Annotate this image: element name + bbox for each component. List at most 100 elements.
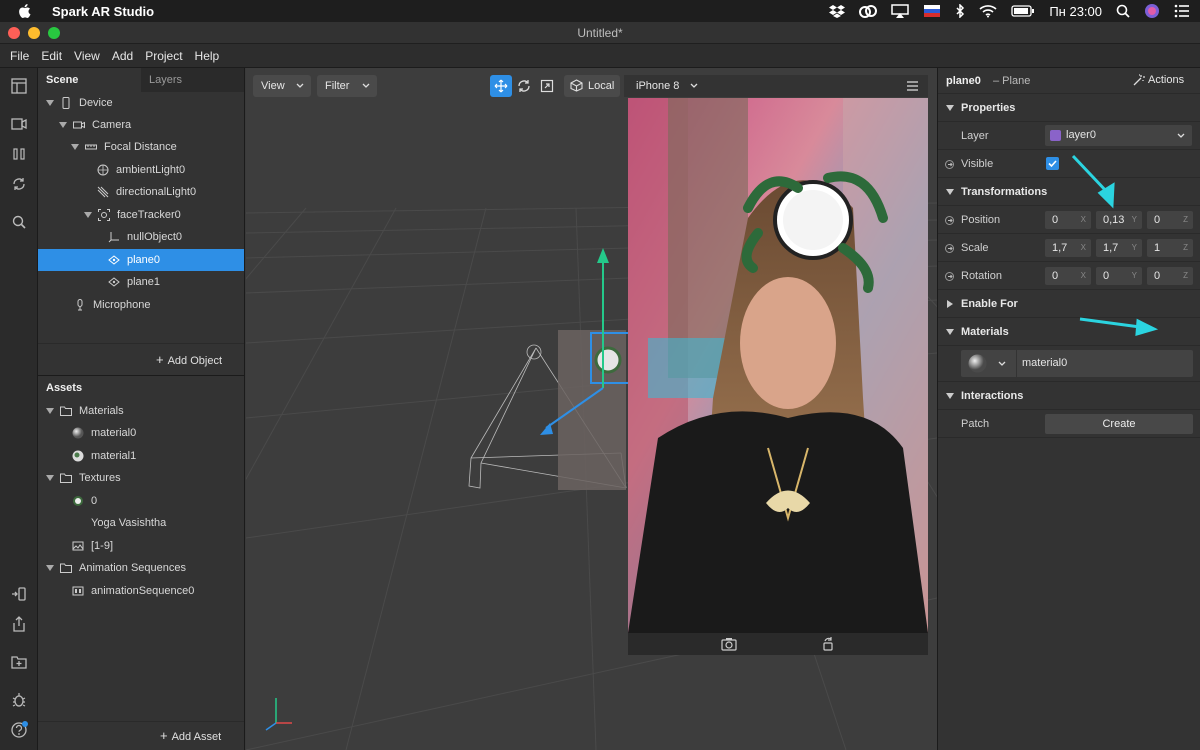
pause-icon[interactable] <box>9 144 29 164</box>
position-x-field[interactable]: 0X <box>1045 211 1091 229</box>
enable-for-section-header[interactable]: Enable For <box>938 290 1200 318</box>
help-icon[interactable] <box>9 720 29 740</box>
device-camera-preview[interactable] <box>628 98 928 633</box>
tab-scene[interactable]: Scene <box>38 68 141 92</box>
transformations-section-header[interactable]: Transformations <box>938 178 1200 206</box>
tree-item-camera[interactable]: Camera <box>59 114 131 136</box>
rotation-z-field[interactable]: 0Z <box>1147 267 1193 285</box>
collapse-triangle-icon[interactable] <box>946 328 954 336</box>
rotate-tool-button[interactable] <box>513 75 535 97</box>
menu-add[interactable]: Add <box>112 49 133 63</box>
move-tool-button[interactable] <box>490 75 512 97</box>
dropbox-icon[interactable] <box>829 4 846 18</box>
chevron-down-icon[interactable] <box>998 361 1006 367</box>
tree-item-face-tracker[interactable]: faceTracker0 <box>84 204 181 226</box>
zoom-window-button[interactable] <box>48 27 60 39</box>
tree-item-focal-distance[interactable]: Focal Distance <box>71 136 177 158</box>
collapse-triangle-icon[interactable] <box>946 188 954 196</box>
device-label[interactable]: iPhone 8 <box>636 80 679 92</box>
add-asset-button[interactable]: + Add Asset <box>160 728 221 743</box>
tree-item-null-object[interactable]: nullObject0 <box>108 226 182 248</box>
tree-item-device[interactable]: Device <box>46 92 113 114</box>
expand-triangle-icon[interactable] <box>946 300 954 308</box>
local-space-toggle[interactable]: Local <box>564 75 620 97</box>
tree-item-ambient-light[interactable]: ambientLight0 <box>97 159 185 181</box>
expand-triangle-icon[interactable] <box>59 121 67 129</box>
filter-dropdown[interactable]: Filter <box>317 75 377 97</box>
actions-button[interactable]: Actions <box>1133 74 1184 86</box>
siri-icon[interactable] <box>1144 3 1160 19</box>
tree-item-plane1[interactable]: plane1 <box>108 271 160 293</box>
rotation-y-field[interactable]: 0Y <box>1096 267 1142 285</box>
scale-z-field[interactable]: 1Z <box>1147 239 1193 257</box>
materials-section-header[interactable]: Materials <box>938 318 1200 346</box>
scene-viewport[interactable]: View Filter Local iPhone 8 <box>246 68 937 750</box>
menu-edit[interactable]: Edit <box>41 49 62 63</box>
tab-layers[interactable]: Layers <box>141 68 244 92</box>
asset-image-sequence[interactable]: [1-9] <box>72 535 113 557</box>
simulator-icon[interactable] <box>9 114 29 134</box>
notification-center-icon[interactable] <box>1174 4 1190 18</box>
russian-keyboard-flag-icon[interactable] <box>923 4 941 18</box>
airplay-icon[interactable] <box>891 4 910 18</box>
expand-triangle-icon[interactable] <box>46 99 54 107</box>
expand-triangle-icon[interactable] <box>71 143 79 151</box>
apple-icon[interactable] <box>16 2 34 20</box>
bug-report-icon[interactable] <box>9 690 29 710</box>
expand-triangle-icon[interactable] <box>46 474 54 482</box>
menu-help[interactable]: Help <box>195 49 220 63</box>
asset-yoga-vasishtha[interactable]: Yoga Vasishtha <box>91 512 166 534</box>
keyframe-arrow-icon[interactable] <box>945 244 954 253</box>
interactions-section-header[interactable]: Interactions <box>938 382 1200 410</box>
expand-triangle-icon[interactable] <box>46 407 54 415</box>
hamburger-menu-icon[interactable] <box>907 81 918 91</box>
tree-item-directional-light[interactable]: directionalLight0 <box>97 181 196 203</box>
view-dropdown[interactable]: View <box>253 75 311 97</box>
creative-cloud-icon[interactable] <box>859 4 878 18</box>
properties-section-header[interactable]: Properties <box>938 94 1200 122</box>
minimize-window-button[interactable] <box>28 27 40 39</box>
material-picker[interactable]: material0 <box>961 350 1193 377</box>
rotation-x-field[interactable]: 0X <box>1045 267 1091 285</box>
position-y-field[interactable]: 0,13 Y <box>1096 211 1142 229</box>
scale-tool-button[interactable] <box>536 75 558 97</box>
battery-icon[interactable] <box>1011 4 1035 18</box>
menu-file[interactable]: File <box>10 49 29 63</box>
scale-y-field[interactable]: 1,7 Y <box>1096 239 1142 257</box>
create-patch-button[interactable]: Create <box>1045 414 1193 434</box>
collapse-triangle-icon[interactable] <box>946 392 954 400</box>
tree-item-plane0[interactable]: plane0 <box>108 249 160 271</box>
asset-texture-0[interactable]: 0 <box>72 490 97 512</box>
close-window-button[interactable] <box>8 27 20 39</box>
bluetooth-icon[interactable] <box>955 4 965 18</box>
menu-project[interactable]: Project <box>145 49 182 63</box>
restart-icon[interactable] <box>9 174 29 194</box>
asset-folder-textures[interactable]: Textures <box>46 467 121 489</box>
asset-material0[interactable]: material0 <box>72 422 136 444</box>
position-z-field[interactable]: 0Z <box>1147 211 1193 229</box>
asset-material1[interactable]: material1 <box>72 445 136 467</box>
add-folder-icon[interactable] <box>9 652 29 672</box>
layout-toggle-icon[interactable] <box>9 76 29 96</box>
expand-triangle-icon[interactable] <box>84 211 92 219</box>
menu-view[interactable]: View <box>74 49 100 63</box>
layer-dropdown[interactable]: layer0 <box>1045 125 1192 146</box>
collapse-triangle-icon[interactable] <box>946 104 954 112</box>
visible-checkbox[interactable] <box>1046 157 1059 170</box>
keyframe-arrow-icon[interactable] <box>945 160 954 169</box>
rotate-device-icon[interactable] <box>821 637 835 651</box>
chevron-down-icon[interactable] <box>690 83 698 89</box>
asset-folder-materials[interactable]: Materials <box>46 400 124 422</box>
asset-folder-animation-sequences[interactable]: Animation Sequences <box>46 557 186 579</box>
wifi-icon[interactable] <box>979 4 997 18</box>
screenshot-camera-icon[interactable] <box>721 637 737 651</box>
upload-icon[interactable] <box>9 614 29 634</box>
tree-item-microphone[interactable]: Microphone <box>74 294 150 316</box>
keyframe-arrow-icon[interactable] <box>945 272 954 281</box>
keyframe-arrow-icon[interactable] <box>945 216 954 225</box>
menubar-clock[interactable]: Пн 23:00 <box>1049 4 1102 19</box>
test-on-device-icon[interactable] <box>9 584 29 604</box>
active-app-name[interactable]: Spark AR Studio <box>52 4 154 19</box>
add-object-button[interactable]: + Add Object <box>156 352 222 367</box>
scale-x-field[interactable]: 1,7 X <box>1045 239 1091 257</box>
